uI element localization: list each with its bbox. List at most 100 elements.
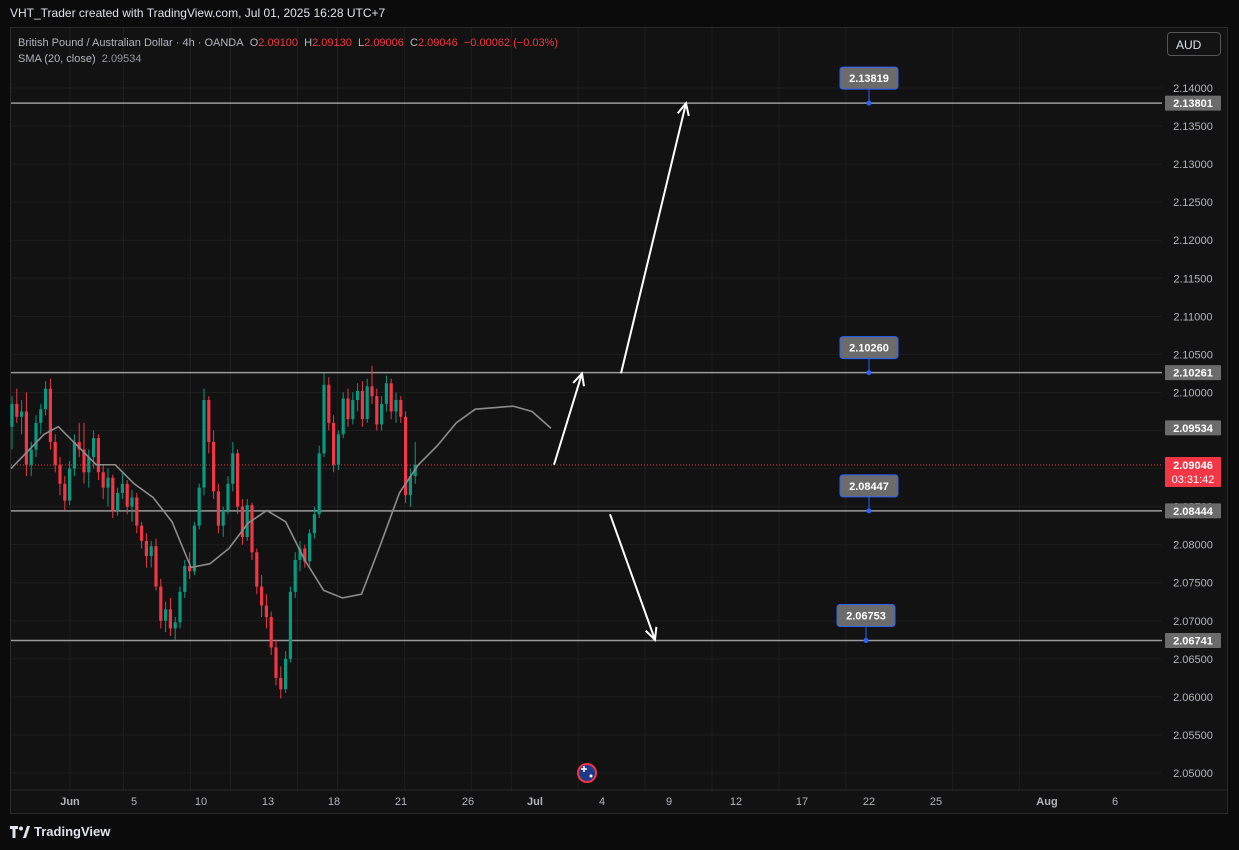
- candle-body: [29, 449, 33, 465]
- level-axis-label: 2.08444: [1173, 506, 1214, 518]
- callout-anchor: [863, 637, 869, 643]
- time-tick-label: 26: [462, 796, 474, 808]
- price-tick-label: 2.11000: [1174, 311, 1213, 323]
- candle-body: [106, 477, 110, 488]
- candle-body: [375, 396, 379, 425]
- currency-button[interactable]: AUD: [1167, 32, 1221, 56]
- time-tick-label: 9: [666, 796, 672, 808]
- candle-body: [140, 525, 144, 541]
- chart-legend: British Pound / Australian Dollar · 4h ·…: [18, 35, 558, 67]
- sma-value: 2.09534: [101, 53, 142, 65]
- time-tick-label: 5: [131, 796, 137, 808]
- price-tick-label: 2.05000: [1173, 768, 1213, 780]
- change-value: −0.00062 (−0.03%): [463, 37, 559, 49]
- candle-body: [399, 400, 403, 417]
- callout-label: 2.06753: [846, 610, 886, 622]
- countdown-label: 03:31:42: [1172, 474, 1215, 486]
- sma-axis-label: 2.09534: [1173, 423, 1214, 435]
- candle-body: [183, 565, 187, 592]
- arrow-shaft: [620, 102, 687, 374]
- low-value: 2.09006: [364, 37, 404, 49]
- time-tick-label: 13: [262, 796, 274, 808]
- price-tick-label: 2.12500: [1173, 197, 1213, 209]
- candle-body: [274, 647, 278, 678]
- candle-body: [231, 453, 235, 484]
- candle-body: [336, 434, 340, 465]
- price-tick-label: 2.06000: [1173, 692, 1213, 704]
- legend-ohlc-row: British Pound / Australian Dollar · 4h ·…: [18, 37, 559, 49]
- price-tick-label: 2.08000: [1173, 540, 1213, 552]
- price-tick-label: 2.10500: [1173, 349, 1213, 361]
- candle-body: [96, 438, 100, 473]
- candle-body: [164, 609, 168, 621]
- candle-body: [370, 386, 374, 397]
- candle-body: [346, 398, 350, 420]
- time-tick-label: Jun: [60, 796, 80, 808]
- price-tick-label: 2.07000: [1173, 616, 1213, 628]
- price-chart[interactable]: 2.13819 2.10260 2.08447 2.06753 2.14000 2.13…: [0, 0, 1239, 850]
- tradingview-logo[interactable]: TradingView: [10, 824, 110, 839]
- candle-body: [322, 384, 326, 454]
- candle-body: [173, 622, 177, 629]
- tradingview-logo-icon: [10, 825, 30, 838]
- price-tick-label: 2.07500: [1173, 578, 1213, 590]
- candle-body: [120, 483, 124, 493]
- time-axis: Jun 5 10 13 18 21 26 Jul 4 9 12 17 22 25 Aug 6: [11, 789, 1228, 808]
- sma-line: [10, 405, 552, 599]
- price-tick-label: 2.10000: [1173, 387, 1213, 399]
- candle-body: [125, 483, 129, 507]
- time-tick-label: 22: [863, 796, 875, 808]
- callout-label: 2.10260: [849, 343, 889, 355]
- candle-body: [53, 441, 57, 465]
- price-tick-label: 2.13500: [1173, 121, 1213, 133]
- time-tick-label: 25: [930, 796, 942, 808]
- price-tick-label: 2.05500: [1173, 730, 1213, 742]
- candle-body: [308, 533, 312, 562]
- candle-body: [384, 383, 388, 404]
- symbol-title[interactable]: British Pound / Australian Dollar · 4h ·…: [18, 37, 244, 49]
- candle-body: [20, 411, 24, 417]
- candle-body: [135, 497, 139, 526]
- candle-body: [394, 400, 398, 412]
- candle-body: [72, 441, 76, 469]
- time-tick-label: 12: [730, 796, 742, 808]
- candle-body: [284, 658, 288, 690]
- candle-body: [168, 609, 172, 629]
- candle-body: [293, 559, 297, 592]
- candle-body: [245, 505, 249, 538]
- time-tick-label: 18: [328, 796, 340, 808]
- sma-label[interactable]: SMA (20, close): [18, 53, 96, 65]
- time-tick-label: 4: [599, 796, 605, 808]
- candle-body: [63, 483, 67, 501]
- callout-anchor: [866, 100, 872, 106]
- candle-body: [317, 453, 321, 515]
- time-tick-label: 6: [1112, 796, 1118, 808]
- candle-body: [130, 497, 134, 507]
- candle-body: [365, 386, 369, 420]
- footer-brand: TradingView: [34, 824, 111, 839]
- time-tick-label: 10: [195, 796, 207, 808]
- candle-body: [154, 546, 158, 587]
- callout-anchor: [866, 370, 872, 376]
- callout-label: 2.08447: [849, 481, 889, 493]
- candle-body: [288, 591, 292, 659]
- price-tick-label: 2.12000: [1173, 235, 1213, 247]
- candle-body: [48, 388, 52, 442]
- event-flag: [577, 763, 597, 783]
- candles: [10, 365, 417, 699]
- candle-body: [44, 388, 48, 410]
- horizontal-levels: [11, 102, 1162, 642]
- candle-body: [260, 586, 264, 606]
- candle-body: [327, 384, 331, 423]
- callout-anchor: [866, 508, 872, 514]
- current-price-label: 2.09046: [1173, 460, 1213, 472]
- level-axis-label: 2.10261: [1173, 368, 1213, 380]
- candle-body: [111, 477, 115, 511]
- candle-body: [92, 438, 96, 458]
- candle-body: [212, 441, 216, 492]
- candle-body: [269, 616, 273, 648]
- candle-body: [279, 677, 283, 690]
- candle-body: [197, 487, 201, 526]
- candle-body: [68, 468, 72, 501]
- candle-body: [34, 422, 38, 450]
